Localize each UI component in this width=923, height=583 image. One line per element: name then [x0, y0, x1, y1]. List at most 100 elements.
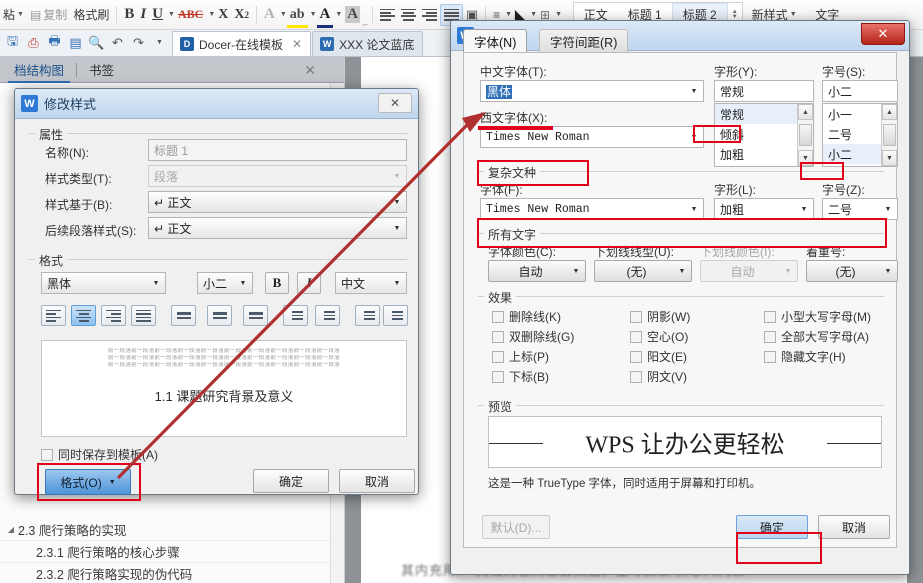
cn-font-combo[interactable]: 黑体 ▼ — [480, 80, 704, 102]
chevron-down-icon[interactable]: ▼ — [673, 261, 691, 281]
chevron-down-icon[interactable]: ▼ — [310, 11, 317, 18]
effect-subscript-checkbox[interactable]: 下标(B) — [492, 368, 549, 385]
save-to-template-checkbox[interactable]: 同时保存到模板(A) — [41, 446, 158, 463]
style-based-on-select[interactable]: ↵ 正文 ▼ — [148, 191, 407, 213]
complex-style-combo[interactable]: 加粗 ▼ — [714, 198, 814, 220]
chevron-down-icon[interactable]: ▼ — [530, 11, 537, 18]
chevron-down-icon[interactable]: ▼ — [147, 273, 165, 293]
font-name-select[interactable]: 黑体 ▼ — [41, 272, 166, 294]
chevron-down-icon[interactable]: ▼ — [388, 273, 406, 293]
paste-button[interactable]: 粘 ▼ — [0, 4, 27, 26]
copy-button[interactable]: ▤ 复制 — [27, 4, 70, 26]
style-cancel-button[interactable]: 取消 — [339, 469, 415, 493]
size-listbox-scrollbar[interactable]: ▲ ▼ — [881, 104, 897, 166]
chevron-down-icon[interactable]: ▼ — [208, 11, 215, 18]
find-icon[interactable]: 🔍 — [88, 34, 105, 51]
chevron-right-icon[interactable]: ◢ — [4, 525, 18, 534]
strikethrough-button[interactable]: ABC — [175, 4, 206, 26]
italic-button[interactable]: I — [137, 4, 149, 26]
style-type-select[interactable]: 段落 ▼ — [148, 165, 407, 187]
chevron-down-icon[interactable]: ▼ — [779, 261, 797, 281]
chevron-down-icon[interactable]: ▼ — [505, 11, 512, 18]
font-color-button[interactable]: A — [316, 4, 334, 28]
effect-emboss-checkbox[interactable]: 阳文(E) — [630, 348, 687, 365]
chevron-down-icon[interactable]: ▼ — [555, 11, 562, 18]
chevron-down-icon[interactable]: ▼ — [17, 11, 24, 18]
decrease-indent-button[interactable] — [355, 305, 380, 326]
effect-small-caps-checkbox[interactable]: 小型大写字母(M) — [764, 308, 871, 325]
nav-item-2-3-1[interactable]: 2.3.1 爬行策略的核心步骤 — [0, 541, 344, 563]
print-icon[interactable]: 🖶 — [46, 33, 63, 51]
chevron-down-icon[interactable]: ▼ — [168, 11, 175, 18]
line-spacing-double-button[interactable] — [243, 305, 268, 326]
nav-item-2-3-2[interactable]: 2.3.2 爬行策略实现的伪代码 — [0, 563, 344, 583]
emphasis-mark-combo[interactable]: (无) ▼ — [806, 260, 898, 282]
chevron-down-icon[interactable]: ▼ — [234, 273, 252, 293]
chevron-down-icon[interactable]: ▼ — [879, 199, 897, 219]
scroll-down-icon[interactable]: ▼ — [882, 150, 897, 166]
effect-all-caps-checkbox[interactable]: 全部大写字母(A) — [764, 328, 869, 345]
align-center-button[interactable] — [398, 4, 419, 26]
chevron-down-icon[interactable]: ▼ — [879, 261, 897, 281]
font-size-select[interactable]: 小二 ▼ — [197, 272, 253, 294]
style-listbox[interactable]: 常规 倾斜 加粗 ▲ ▼ — [714, 103, 814, 167]
style-name-input[interactable]: 标题 1 — [148, 139, 407, 161]
scrollbar-thumb[interactable] — [883, 124, 896, 146]
subscript-button[interactable]: X2 — [231, 4, 252, 26]
chevron-down-icon[interactable]: ▼ — [388, 166, 406, 186]
effect-engrave-checkbox[interactable]: 阴文(V) — [630, 368, 687, 385]
chevron-down-icon[interactable]: ▼ — [388, 192, 406, 212]
redo-icon[interactable]: ↷ — [130, 34, 147, 51]
bold-button[interactable]: B — [265, 272, 289, 294]
chevron-down-icon[interactable]: ▼ — [335, 11, 342, 18]
style-input[interactable]: 常规 — [714, 80, 814, 102]
document-tab-thesis[interactable]: W XXX 论文蓝底 — [312, 31, 424, 56]
effect-shadow-checkbox[interactable]: 阴影(W) — [630, 308, 690, 325]
chevron-down-icon[interactable]: ▼ — [790, 11, 797, 18]
align-right-button[interactable] — [101, 305, 126, 326]
format-painter-button[interactable]: 格式刷 — [70, 4, 112, 26]
chevron-down-icon[interactable]: ▼ — [280, 11, 287, 18]
size-input[interactable]: 小二 — [822, 80, 898, 102]
save-icon[interactable]: 🖫 — [4, 33, 21, 51]
align-right-button[interactable] — [419, 4, 440, 26]
font-ok-button[interactable]: 确定 — [736, 515, 808, 539]
increase-indent-button[interactable] — [383, 305, 408, 326]
next-style-select[interactable]: ↵ 正文 ▼ — [148, 217, 407, 239]
font-cancel-button[interactable]: 取消 — [818, 515, 890, 539]
line-spacing-single-button[interactable] — [171, 305, 196, 326]
chevron-down-icon[interactable]: ▼ — [685, 199, 703, 219]
print-preview-icon[interactable]: ▤ — [67, 34, 84, 51]
nav-tab-bookmark[interactable]: 书签 — [83, 57, 120, 83]
nav-tab-structure[interactable]: 档结构图 — [8, 57, 71, 83]
font-color-combo[interactable]: 自动 ▼ — [488, 260, 586, 282]
modify-style-dialog-titlebar[interactable]: W 修改样式 ✕ — [15, 89, 418, 119]
font-dialog-launcher[interactable]: ⌐ — [363, 20, 368, 29]
text-effects-button[interactable]: A — [261, 4, 278, 26]
effect-strikethrough-checkbox[interactable]: 删除线(K) — [492, 308, 561, 325]
size-listbox[interactable]: 小一 二号 小二 ▲ ▼ — [822, 103, 898, 167]
align-center-button[interactable] — [71, 305, 96, 326]
italic-button[interactable]: I — [297, 272, 321, 294]
tab-font[interactable]: 字体(N) — [463, 29, 528, 53]
document-tab-docer[interactable]: D Docer-在线模板 ✕ — [172, 31, 312, 56]
font-default-button[interactable]: 默认(D)... — [482, 515, 550, 539]
effect-double-strikethrough-checkbox[interactable]: 双删除线(G) — [492, 328, 574, 345]
underline-color-combo[interactable]: 自动 ▼ — [700, 260, 798, 282]
chevron-down-icon[interactable]: ▼ — [795, 199, 813, 219]
char-shading-button[interactable]: A — [342, 4, 363, 26]
format-dropdown-button[interactable]: 格式(O) ▼ — [45, 469, 131, 495]
align-left-button[interactable] — [377, 4, 398, 26]
line-spacing-1-5-button[interactable] — [207, 305, 232, 326]
effect-hidden-checkbox[interactable]: 隐藏文字(H) — [764, 348, 846, 365]
style-listbox-scrollbar[interactable]: ▲ ▼ — [797, 104, 813, 166]
chevron-down-icon[interactable]: ▼ — [685, 81, 703, 101]
style-ok-button[interactable]: 确定 — [253, 469, 329, 493]
more-icon[interactable]: ▼ — [151, 34, 168, 51]
effect-outline-checkbox[interactable]: 空心(O) — [630, 328, 688, 345]
close-icon[interactable]: ✕ — [292, 37, 302, 51]
underline-style-combo[interactable]: (无) ▼ — [594, 260, 692, 282]
scroll-down-icon[interactable]: ▼ — [798, 150, 813, 166]
align-left-button[interactable] — [41, 305, 66, 326]
style-gallery-spinner[interactable]: ▲ ▼ — [728, 9, 742, 20]
